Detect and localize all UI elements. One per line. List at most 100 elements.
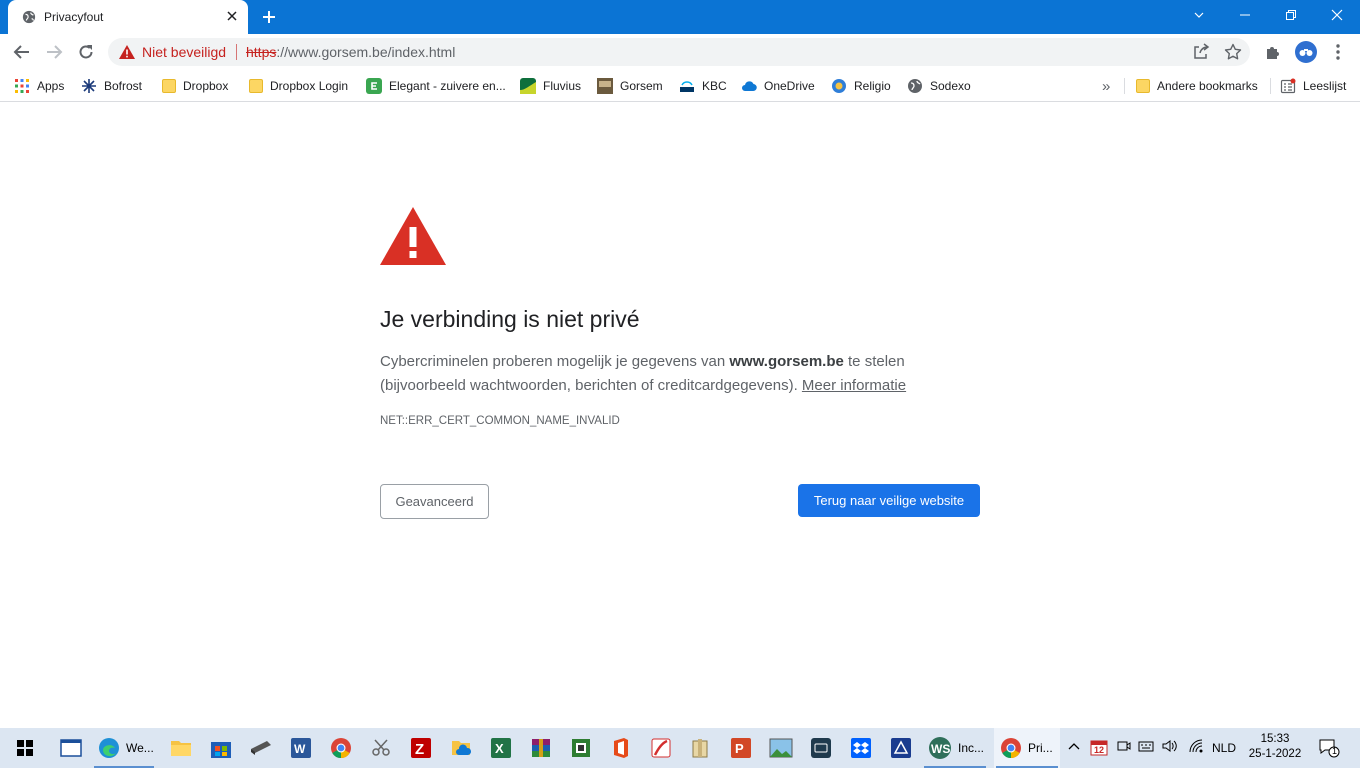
taskbar-winrar[interactable] bbox=[522, 728, 560, 768]
taskbar-photos[interactable] bbox=[762, 728, 800, 768]
taskbar-media[interactable] bbox=[802, 728, 840, 768]
taskbar-scan-app[interactable] bbox=[882, 728, 920, 768]
tray-overflow-button[interactable] bbox=[1067, 740, 1081, 757]
language-indicator[interactable]: NLD bbox=[1212, 741, 1236, 755]
taskbar-filezilla[interactable]: Z bbox=[402, 728, 440, 768]
office-icon bbox=[614, 738, 628, 758]
folder-icon bbox=[171, 741, 191, 756]
tray-keyboard[interactable] bbox=[1138, 738, 1154, 757]
svg-text:X: X bbox=[495, 741, 504, 756]
taskbar-scanner[interactable] bbox=[242, 728, 280, 768]
close-window-button[interactable] bbox=[1314, 0, 1360, 30]
winrar-icon bbox=[532, 739, 550, 757]
new-tab-icon[interactable] bbox=[259, 7, 279, 27]
bookmark-label: Dropbox Login bbox=[270, 79, 349, 93]
star-icon[interactable] bbox=[1224, 43, 1242, 61]
taskbar-label: We... bbox=[126, 741, 154, 755]
back-button[interactable] bbox=[8, 38, 36, 66]
taskbar-chrome-active[interactable]: Pri... bbox=[994, 728, 1060, 768]
bookmark-onedrive[interactable]: OneDrive bbox=[741, 76, 815, 96]
restore-button[interactable] bbox=[1268, 0, 1314, 30]
taskbar-pdf[interactable] bbox=[642, 728, 680, 768]
tray-wifi[interactable] bbox=[1188, 738, 1204, 757]
task-view-button[interactable] bbox=[52, 728, 90, 768]
taskbar-store[interactable] bbox=[202, 728, 240, 768]
menu-kebab-icon[interactable] bbox=[1328, 42, 1348, 62]
bookmarks-divider bbox=[1124, 78, 1125, 94]
taskbar-file-explorer[interactable] bbox=[162, 728, 200, 768]
tray-camera[interactable] bbox=[1116, 738, 1132, 757]
taskbar-chrome[interactable] bbox=[322, 728, 360, 768]
profile-avatar[interactable] bbox=[1295, 41, 1317, 63]
warning-icon[interactable] bbox=[119, 45, 135, 59]
religio-icon bbox=[832, 79, 846, 93]
overflow-chevron: » bbox=[1102, 77, 1111, 95]
bookmark-dropbox-login[interactable]: Dropbox Login bbox=[249, 76, 348, 96]
bookmark-label: Leeslijst bbox=[1303, 79, 1347, 93]
taskbar-onedrive-folder[interactable] bbox=[442, 728, 480, 768]
notification-center-button[interactable]: 1 bbox=[1318, 738, 1340, 761]
windows-taskbar: We... W Z X P WS Inc... Pri... 12 NLD 15… bbox=[0, 728, 1360, 768]
elegant-icon bbox=[366, 78, 382, 94]
address-bar[interactable]: Niet beveiligd https://www.gorsem.be/ind… bbox=[108, 38, 1250, 66]
powerpoint-icon: P bbox=[731, 738, 751, 758]
error-code[interactable]: NET::ERR_CERT_COMMON_NAME_INVALID bbox=[380, 415, 620, 427]
taskbar-excel[interactable]: X bbox=[482, 728, 520, 768]
extensions-icon[interactable] bbox=[1264, 42, 1284, 62]
minimize-button[interactable] bbox=[1222, 0, 1268, 30]
bookmark-fluvius[interactable]: Fluvius bbox=[520, 76, 581, 96]
camera-icon bbox=[1117, 741, 1131, 751]
reload-button[interactable] bbox=[72, 38, 100, 66]
url-scheme: https bbox=[246, 44, 277, 60]
taskbar-app-frame[interactable] bbox=[562, 728, 600, 768]
bookmark-elegant[interactable]: Elegant - zuivere en... bbox=[366, 76, 506, 96]
close-tab-icon[interactable] bbox=[224, 8, 240, 24]
bookmark-kbc[interactable]: KBC bbox=[679, 76, 727, 96]
archive-icon bbox=[692, 739, 708, 758]
taskbar-archive[interactable] bbox=[682, 728, 720, 768]
advanced-button[interactable]: Geavanceerd bbox=[380, 484, 489, 519]
avatar-icon bbox=[1299, 49, 1313, 56]
taskbar-label: Inc... bbox=[958, 741, 985, 755]
taskbar-ws[interactable]: WS Inc... bbox=[922, 728, 988, 768]
clock[interactable]: 15:33 25-1-2022 bbox=[1245, 732, 1305, 762]
taskbar-dropbox[interactable] bbox=[842, 728, 880, 768]
bookmark-apps[interactable]: Apps bbox=[14, 76, 64, 96]
back-to-safety-button[interactable]: Terug naar veilige website bbox=[798, 484, 980, 517]
close-icon bbox=[1331, 9, 1343, 21]
share-icon[interactable] bbox=[1192, 43, 1210, 61]
tab-search-button[interactable] bbox=[1176, 0, 1222, 30]
taskbar-snipping[interactable] bbox=[362, 728, 400, 768]
bookmark-sodexo[interactable]: Sodexo bbox=[907, 76, 971, 96]
url-text[interactable]: https://www.gorsem.be/index.html bbox=[246, 44, 455, 60]
tray-calendar[interactable]: 12 bbox=[1090, 738, 1108, 759]
arrow-left-icon bbox=[13, 45, 29, 59]
tray-volume[interactable] bbox=[1161, 738, 1179, 757]
ws-icon: WS bbox=[929, 737, 951, 759]
kbc-icon bbox=[680, 81, 694, 92]
reading-list-button[interactable]: Leeslijst bbox=[1280, 76, 1346, 96]
chevron-up-icon bbox=[1068, 743, 1080, 750]
bookmark-label: Dropbox bbox=[183, 79, 229, 93]
windows-logo-icon bbox=[17, 740, 33, 756]
bookmarks-overflow-button[interactable]: » bbox=[1102, 76, 1110, 96]
taskbar-office[interactable] bbox=[602, 728, 640, 768]
taskbar-word[interactable]: W bbox=[282, 728, 320, 768]
bookmark-gorsem[interactable]: Gorsem bbox=[597, 76, 663, 96]
reload-icon bbox=[79, 45, 93, 59]
wifi-icon bbox=[1189, 739, 1203, 753]
bookmark-other-folder[interactable]: Andere bookmarks bbox=[1136, 76, 1258, 96]
security-status[interactable]: Niet beveiligd bbox=[142, 44, 226, 60]
bookmark-bofrost[interactable]: Bofrost bbox=[81, 76, 142, 96]
bookmarks-divider bbox=[1270, 78, 1271, 94]
tab-privacyfout[interactable]: Privacyfout bbox=[8, 0, 248, 34]
more-info-link[interactable]: Meer informatie bbox=[802, 377, 906, 394]
task-view-icon bbox=[60, 739, 82, 757]
bookmark-dropbox[interactable]: Dropbox bbox=[162, 76, 228, 96]
taskbar-powerpoint[interactable]: P bbox=[722, 728, 760, 768]
status-divider bbox=[236, 44, 237, 60]
forward-button[interactable] bbox=[40, 38, 68, 66]
start-button[interactable] bbox=[8, 728, 42, 768]
taskbar-edge[interactable]: We... bbox=[92, 728, 156, 768]
bookmark-religio[interactable]: Religio bbox=[831, 76, 891, 96]
